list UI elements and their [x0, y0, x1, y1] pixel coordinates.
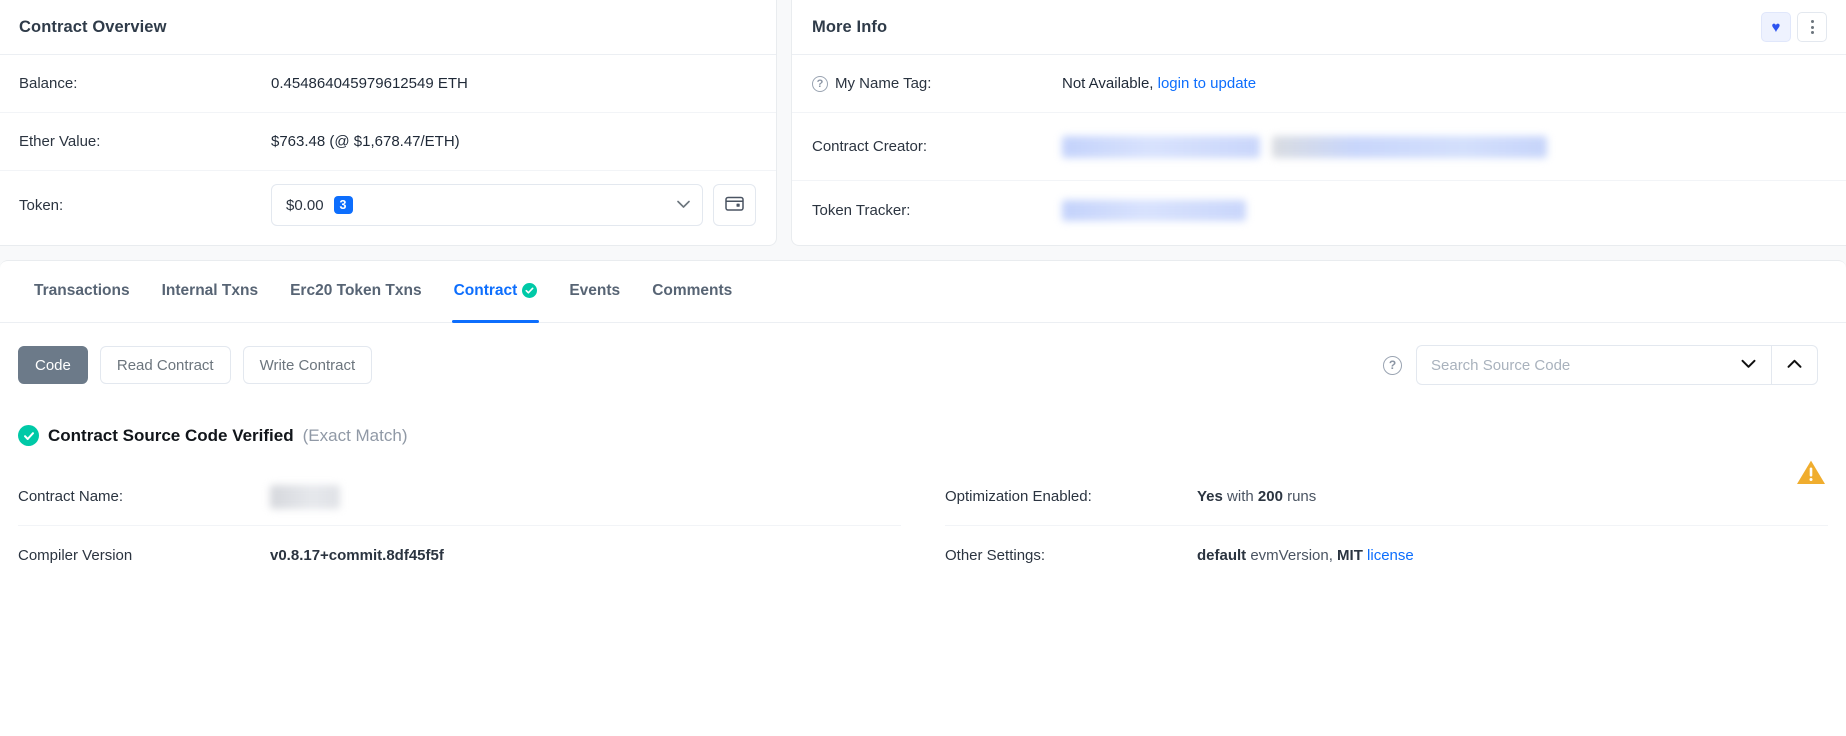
verified-banner: Contract Source Code Verified (Exact Mat… [0, 385, 1846, 446]
write-contract-button[interactable]: Write Contract [242, 346, 373, 384]
my-name-tag-label-wrap: ? My Name Tag: [812, 75, 1062, 92]
search-next-button[interactable] [1726, 345, 1772, 385]
contract-page: Contract Overview Balance: 0.45486404597… [0, 0, 1846, 736]
check-circle-icon [522, 283, 538, 298]
tab-erc20-token-txns-label: Erc20 Token Txns [290, 281, 422, 299]
contract-overview-header: Contract Overview [0, 0, 776, 55]
contract-name-row: Contract Name: [18, 468, 901, 526]
tab-events[interactable]: Events [553, 261, 636, 322]
compiler-version-row: Compiler Version v0.8.17+commit.8df45f5f [18, 526, 901, 584]
question-circle-icon[interactable]: ? [812, 75, 828, 92]
my-name-tag-value-wrap: Not Available, login to update [1062, 75, 1256, 92]
verified-title: Contract Source Code Verified [48, 425, 294, 445]
more-options-button[interactable] [1797, 12, 1827, 42]
heart-icon: ♥ [1771, 18, 1781, 36]
tab-comments[interactable]: Comments [636, 261, 748, 322]
wallet-icon [725, 195, 744, 216]
optimization-enabled-row: Optimization Enabled: Yes with 200 runs [945, 468, 1828, 526]
tab-comments-label: Comments [652, 281, 733, 299]
license-type: MIT [1337, 546, 1363, 564]
token-label: Token: [19, 196, 64, 214]
contract-toolbar: Code Read Contract Write Contract ? [0, 323, 1846, 385]
compiler-version-label: Compiler Version [18, 546, 133, 564]
contract-overview-title: Contract Overview [19, 17, 167, 36]
more-info-actions: ♥ [1761, 12, 1827, 42]
ether-value-value: $763.48 (@ $1,678.47/ETH) [271, 133, 460, 150]
token-row: Token: $0.00 3 [0, 171, 776, 239]
token-select[interactable]: $0.00 3 [271, 184, 703, 226]
optimization-yes: Yes [1197, 488, 1223, 505]
license-link[interactable]: license [1367, 547, 1414, 564]
more-info-card: More Info ♥ ? My Name Tag: Not Available… [791, 0, 1846, 246]
my-name-tag-row: ? My Name Tag: Not Available, login to u… [792, 55, 1846, 113]
kebab-menu-icon [1810, 20, 1814, 34]
contract-creator-label: Contract Creator: [812, 138, 928, 155]
search-prev-button[interactable] [1772, 345, 1818, 385]
wallet-icon-button[interactable] [712, 184, 756, 226]
my-name-tag-label: My Name Tag: [835, 75, 932, 92]
token-amount: $0.00 [286, 196, 324, 214]
optimization-enabled-label: Optimization Enabled: [945, 488, 1092, 505]
tab-internal-txns-label: Internal Txns [161, 281, 259, 299]
contract-creator-value [1062, 135, 1547, 158]
token-count-badge: 3 [333, 195, 353, 215]
source-search-area: ? [1383, 345, 1828, 385]
more-info-header: More Info ♥ [792, 0, 1846, 55]
contract-details: Contract Name: Compiler Version v0.8.17+… [0, 468, 1846, 584]
tab-erc20-token-txns[interactable]: Erc20 Token Txns [274, 261, 438, 322]
login-to-update-link[interactable]: login to update [1158, 75, 1256, 92]
token-tracker-label: Token Tracker: [812, 201, 911, 219]
contract-details-left: Contract Name: Compiler Version v0.8.17+… [18, 468, 901, 584]
contract-creator-row: Contract Creator: [792, 113, 1846, 181]
evm-version-word: evmVersion, [1246, 546, 1338, 564]
redacted-creator-txn [1272, 135, 1547, 158]
check-circle-icon [18, 425, 39, 446]
contract-details-right: Optimization Enabled: Yes with 200 runs … [901, 468, 1828, 584]
search-input[interactable] [1416, 345, 1726, 385]
contract-mode-buttons: Code Read Contract Write Contract [18, 346, 373, 384]
other-settings-label: Other Settings: [945, 546, 1046, 564]
optimization-enabled-value: Yes with 200 runs [1197, 488, 1316, 505]
code-button[interactable]: Code [18, 346, 88, 384]
verified-subtitle: (Exact Match) [302, 425, 408, 445]
tab-transactions-label: Transactions [34, 281, 130, 299]
tab-events-label: Events [569, 281, 621, 299]
optimization-runs-word: runs [1282, 488, 1317, 505]
ether-value-label: Ether Value: [19, 133, 101, 150]
warning-triangle-icon[interactable] [1796, 459, 1826, 491]
ether-value-row: Ether Value: $763.48 (@ $1,678.47/ETH) [0, 113, 776, 171]
redacted-contract-name [270, 484, 340, 509]
balance-row: Balance: 0.454864045979612549 ETH [0, 55, 776, 113]
contract-overview-card: Contract Overview Balance: 0.45486404597… [0, 0, 777, 246]
tab-contract[interactable]: Contract [438, 261, 554, 323]
chevron-down-icon [1741, 356, 1756, 374]
other-settings-row: Other Settings: default evmVersion, MIT … [945, 526, 1828, 584]
my-name-tag-value: Not Available, [1062, 75, 1154, 92]
balance-value: 0.454864045979612549 ETH [271, 75, 468, 92]
redacted-token-tracker [1062, 199, 1246, 221]
more-info-title: More Info [812, 17, 888, 36]
compiler-version-value: v0.8.17+commit.8df45f5f [270, 546, 444, 564]
contract-name-label: Contract Name: [18, 488, 124, 505]
tab-bar: Transactions Internal Txns Erc20 Token T… [0, 261, 1846, 323]
token-tracker-row: Token Tracker: [792, 181, 1846, 239]
optimization-with: with [1222, 488, 1258, 505]
optimization-runs-count: 200 [1257, 488, 1283, 505]
question-circle-icon[interactable]: ? [1383, 355, 1402, 375]
redacted-creator-address [1062, 135, 1260, 158]
balance-label: Balance: [19, 75, 78, 92]
tab-transactions[interactable]: Transactions [18, 261, 146, 322]
chevron-down-icon [676, 198, 690, 212]
summary-row: Contract Overview Balance: 0.45486404597… [0, 0, 1846, 246]
tab-contract-label: Contract [453, 281, 518, 299]
other-settings-value: default evmVersion, MIT license [1197, 547, 1414, 564]
favorite-button[interactable]: ♥ [1761, 12, 1791, 42]
chevron-up-icon [1787, 356, 1802, 374]
token-select-content: $0.00 3 [286, 195, 353, 215]
read-contract-button[interactable]: Read Contract [99, 346, 231, 384]
tab-internal-txns[interactable]: Internal Txns [146, 261, 274, 322]
contract-detail-panel: Transactions Internal Txns Erc20 Token T… [0, 260, 1846, 736]
search-group [1416, 345, 1818, 385]
evm-version-default: default [1197, 546, 1247, 564]
